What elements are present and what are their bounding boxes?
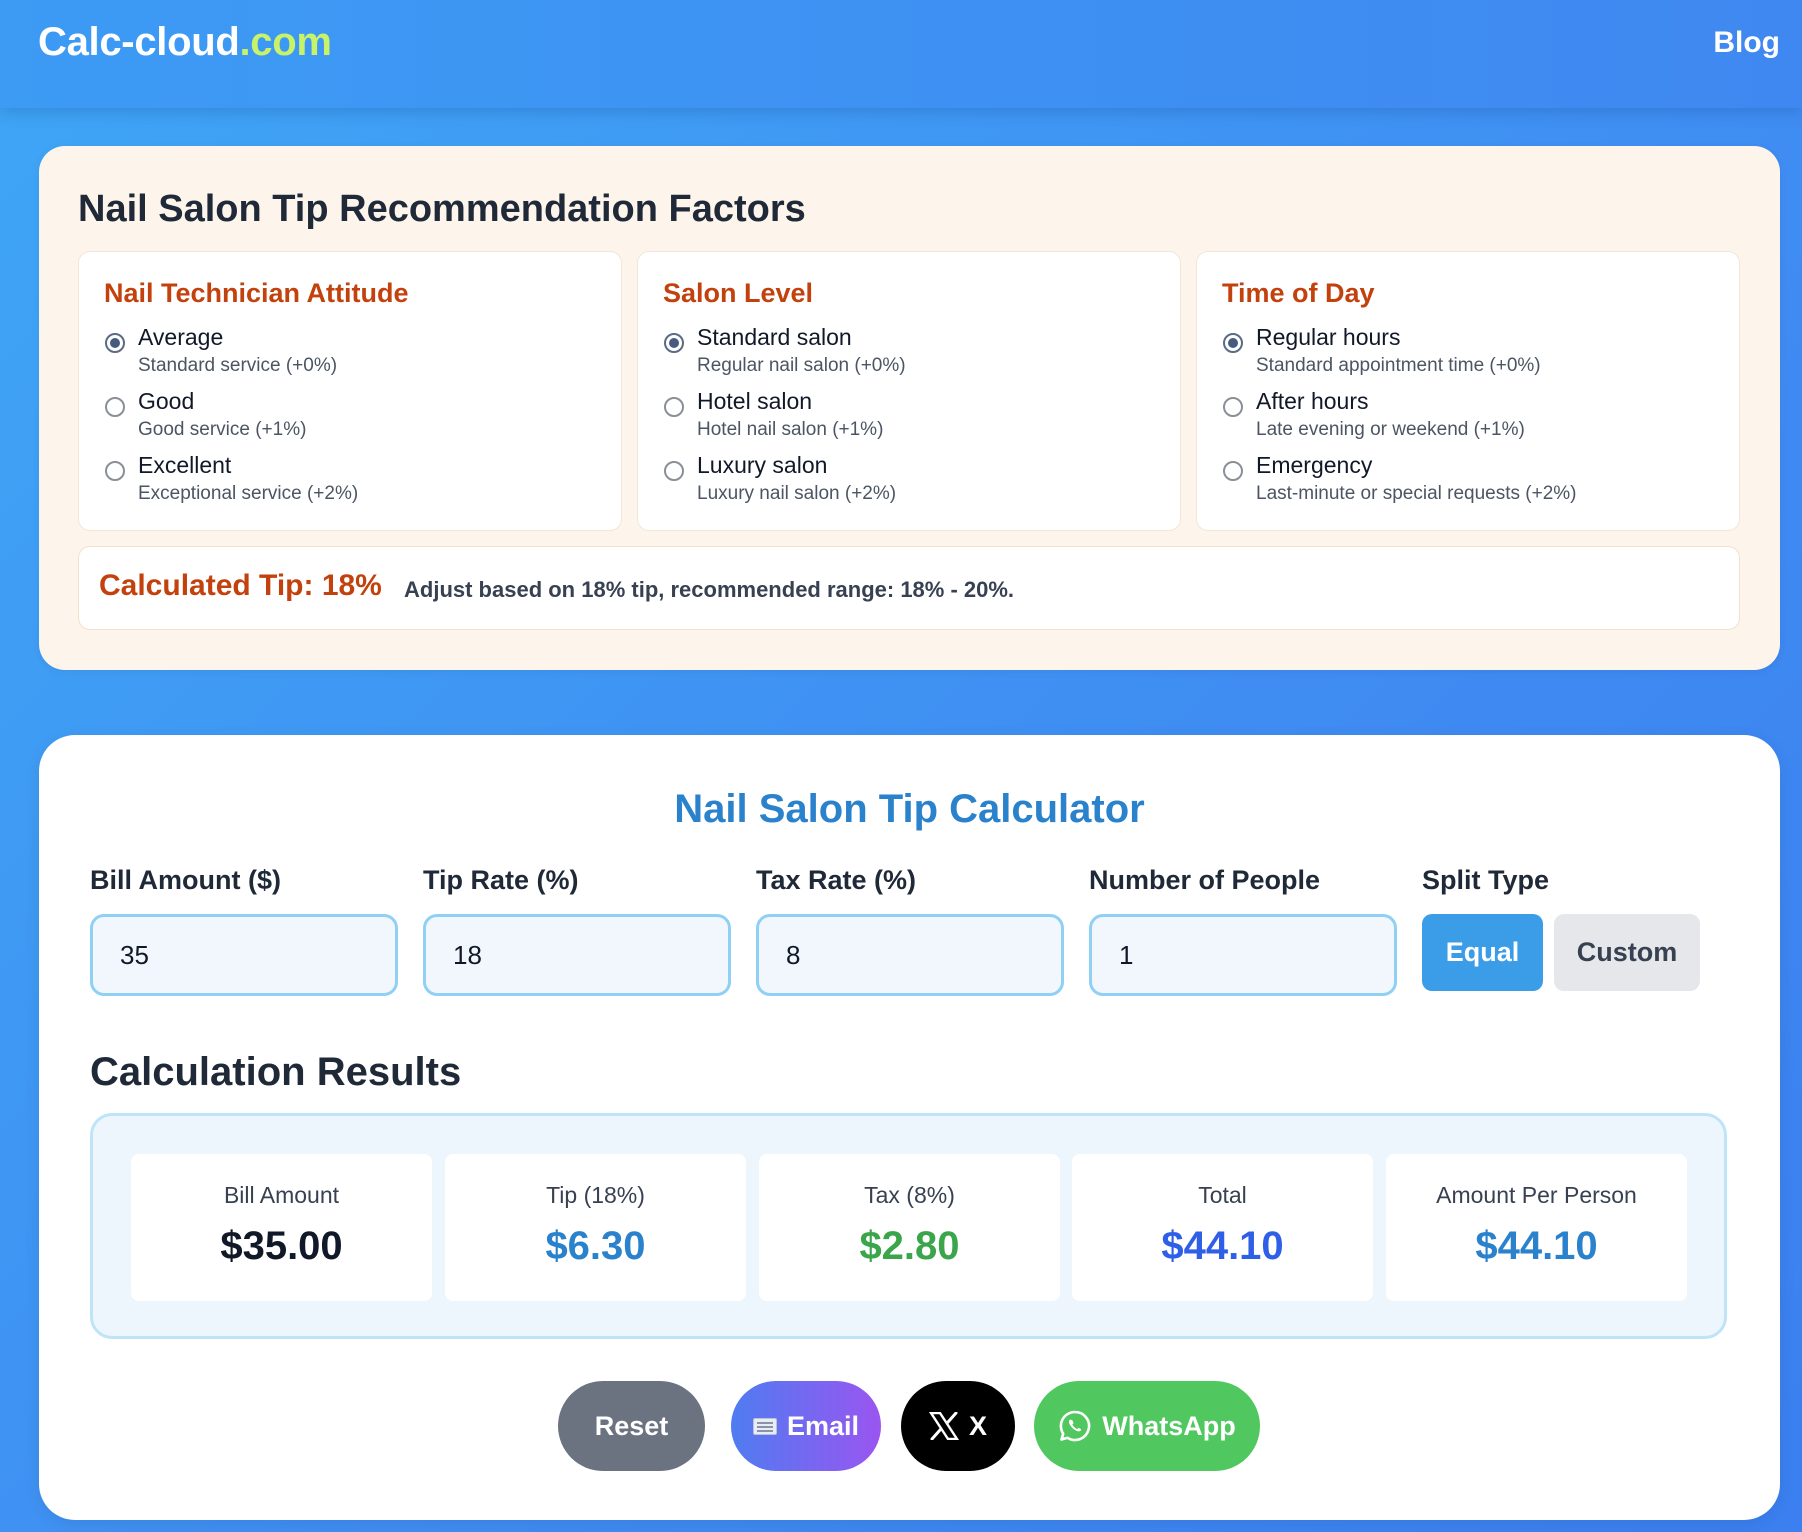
split-equal-button[interactable]: Equal	[1422, 914, 1543, 991]
factor-group-time-of-day: Time of Day Regular hours Standard appoi…	[1196, 251, 1740, 531]
result-label: Tip (18%)	[546, 1182, 645, 1208]
option-description: Standard service (+0%)	[138, 355, 338, 376]
tip-factors-card: Nail Salon Tip Recommendation Factors Na…	[39, 146, 1780, 670]
result-value: $2.80	[859, 1224, 960, 1268]
result-card-amount-per-person: Amount Per Person $44.10	[1386, 1154, 1687, 1301]
result-label: Total	[1198, 1182, 1247, 1208]
result-card-tax: Tax (8%) $2.80	[759, 1154, 1060, 1301]
bill-amount-label: Bill Amount ($)	[90, 865, 281, 895]
tip-rate-field: Tip Rate (%)	[423, 865, 731, 996]
site-header: Calc-cloud.com Blog	[0, 0, 1802, 108]
option-label: After hours	[1256, 388, 1369, 414]
radio-button[interactable]	[1223, 333, 1243, 353]
reset-label: Reset	[594, 1410, 669, 1441]
option-label: Emergency	[1256, 452, 1373, 478]
option-label: Good	[138, 388, 195, 414]
bill-amount-field: Bill Amount ($)	[90, 865, 398, 996]
email-share-button[interactable]: Email	[731, 1381, 881, 1471]
email-label: Email	[786, 1410, 860, 1441]
split-custom-button[interactable]: Custom	[1554, 914, 1700, 991]
radio-button[interactable]	[664, 397, 684, 417]
logo-main: Calc-cloud	[38, 20, 240, 64]
option-description: Last-minute or special requests (+2%)	[1256, 483, 1577, 504]
result-value: $44.10	[1475, 1224, 1598, 1268]
option-good[interactable]: Good Good service (+1%)	[104, 388, 604, 448]
option-luxury-salon[interactable]: Luxury salon Luxury nail salon (+2%)	[663, 452, 1163, 512]
option-label: Luxury salon	[697, 452, 828, 478]
x-label: X	[968, 1410, 987, 1441]
option-description: Luxury nail salon (+2%)	[697, 483, 897, 504]
option-excellent[interactable]: Excellent Exceptional service (+2%)	[104, 452, 604, 512]
radio-button[interactable]	[1223, 461, 1243, 481]
option-label: Excellent	[138, 452, 232, 478]
option-description: Hotel nail salon (+1%)	[697, 419, 884, 440]
option-label: Hotel salon	[697, 388, 813, 414]
factor-group-attitude: Nail Technician Attitude Average Standar…	[78, 251, 622, 531]
results-panel: Bill Amount $35.00 Tip (18%) $6.30 Tax (…	[90, 1113, 1727, 1339]
split-type-label: Split Type	[1422, 865, 1550, 895]
radio-button[interactable]	[664, 461, 684, 481]
whatsapp-share-button[interactable]: WhatsApp	[1034, 1381, 1260, 1471]
result-label: Amount Per Person	[1436, 1182, 1637, 1208]
nav-blog-link[interactable]: Blog	[1713, 26, 1780, 60]
tip-rate-label: Tip Rate (%)	[423, 865, 579, 895]
result-value: $6.30	[545, 1224, 646, 1268]
result-card-bill-amount: Bill Amount $35.00	[131, 1154, 432, 1301]
logo-tld: .com	[239, 20, 332, 64]
tax-rate-field: Tax Rate (%)	[756, 865, 1064, 996]
option-description: Standard appointment time (+0%)	[1256, 355, 1541, 376]
option-label: Average	[138, 324, 224, 350]
option-after-hours[interactable]: After hours Late evening or weekend (+1%…	[1222, 388, 1722, 448]
bill-amount-input[interactable]	[90, 914, 398, 996]
option-emergency[interactable]: Emergency Last-minute or special request…	[1222, 452, 1722, 512]
calculated-tip-box: Calculated Tip: 18% Adjust based on 18% …	[78, 546, 1740, 630]
option-description: Good service (+1%)	[138, 419, 307, 440]
result-value: $35.00	[220, 1224, 343, 1268]
factor-group-title: Salon Level	[663, 278, 814, 308]
whatsapp-icon	[1059, 1410, 1091, 1442]
reset-button[interactable]: Reset	[558, 1381, 705, 1471]
factor-group-salon-level: Salon Level Standard salon Regular nail …	[637, 251, 1181, 531]
envelope-icon	[752, 1417, 777, 1435]
option-description: Regular nail salon (+0%)	[697, 355, 906, 376]
x-share-button[interactable]: X	[901, 1381, 1015, 1471]
option-hotel-salon[interactable]: Hotel salon Hotel nail salon (+1%)	[663, 388, 1163, 448]
option-description: Exceptional service (+2%)	[138, 483, 359, 504]
result-value: $44.10	[1161, 1224, 1284, 1268]
radio-button[interactable]	[1223, 397, 1243, 417]
number-of-people-label: Number of People	[1089, 865, 1321, 895]
radio-button[interactable]	[105, 461, 125, 481]
result-label: Tax (8%)	[864, 1182, 955, 1208]
tax-rate-input[interactable]	[756, 914, 1064, 996]
tip-rate-input[interactable]	[423, 914, 731, 996]
radio-button[interactable]	[664, 333, 684, 353]
calculated-tip-value: Calculated Tip: 18%	[99, 569, 382, 602]
result-card-tip: Tip (18%) $6.30	[445, 1154, 746, 1301]
tax-rate-label: Tax Rate (%)	[756, 865, 917, 895]
option-label: Regular hours	[1256, 324, 1401, 350]
factor-group-title: Nail Technician Attitude	[104, 278, 409, 308]
option-standard-salon[interactable]: Standard salon Regular nail salon (+0%)	[663, 324, 1163, 384]
factors-title: Nail Salon Tip Recommendation Factors	[78, 188, 806, 230]
whatsapp-label: WhatsApp	[1102, 1410, 1236, 1441]
option-description: Late evening or weekend (+1%)	[1256, 419, 1525, 440]
radio-button[interactable]	[105, 397, 125, 417]
option-regular-hours[interactable]: Regular hours Standard appointment time …	[1222, 324, 1722, 384]
result-card-total: Total $44.10	[1072, 1154, 1373, 1301]
number-of-people-input[interactable]	[1089, 914, 1397, 996]
result-label: Bill Amount	[223, 1182, 340, 1208]
radio-button[interactable]	[105, 333, 125, 353]
tip-calculator-card: Nail Salon Tip Calculator Bill Amount ($…	[39, 735, 1780, 1520]
results-title: Calculation Results	[90, 1050, 462, 1094]
factor-group-title: Time of Day	[1222, 278, 1375, 308]
x-logo-icon	[928, 1412, 959, 1440]
option-label: Standard salon	[697, 324, 852, 350]
calculated-tip-note: Adjust based on 18% tip, recommended ran…	[404, 577, 1015, 602]
calculator-title: Nail Salon Tip Calculator	[674, 787, 1145, 831]
number-of-people-field: Number of People	[1089, 865, 1397, 996]
site-logo[interactable]: Calc-cloud.com	[38, 20, 332, 65]
option-average[interactable]: Average Standard service (+0%)	[104, 324, 604, 384]
